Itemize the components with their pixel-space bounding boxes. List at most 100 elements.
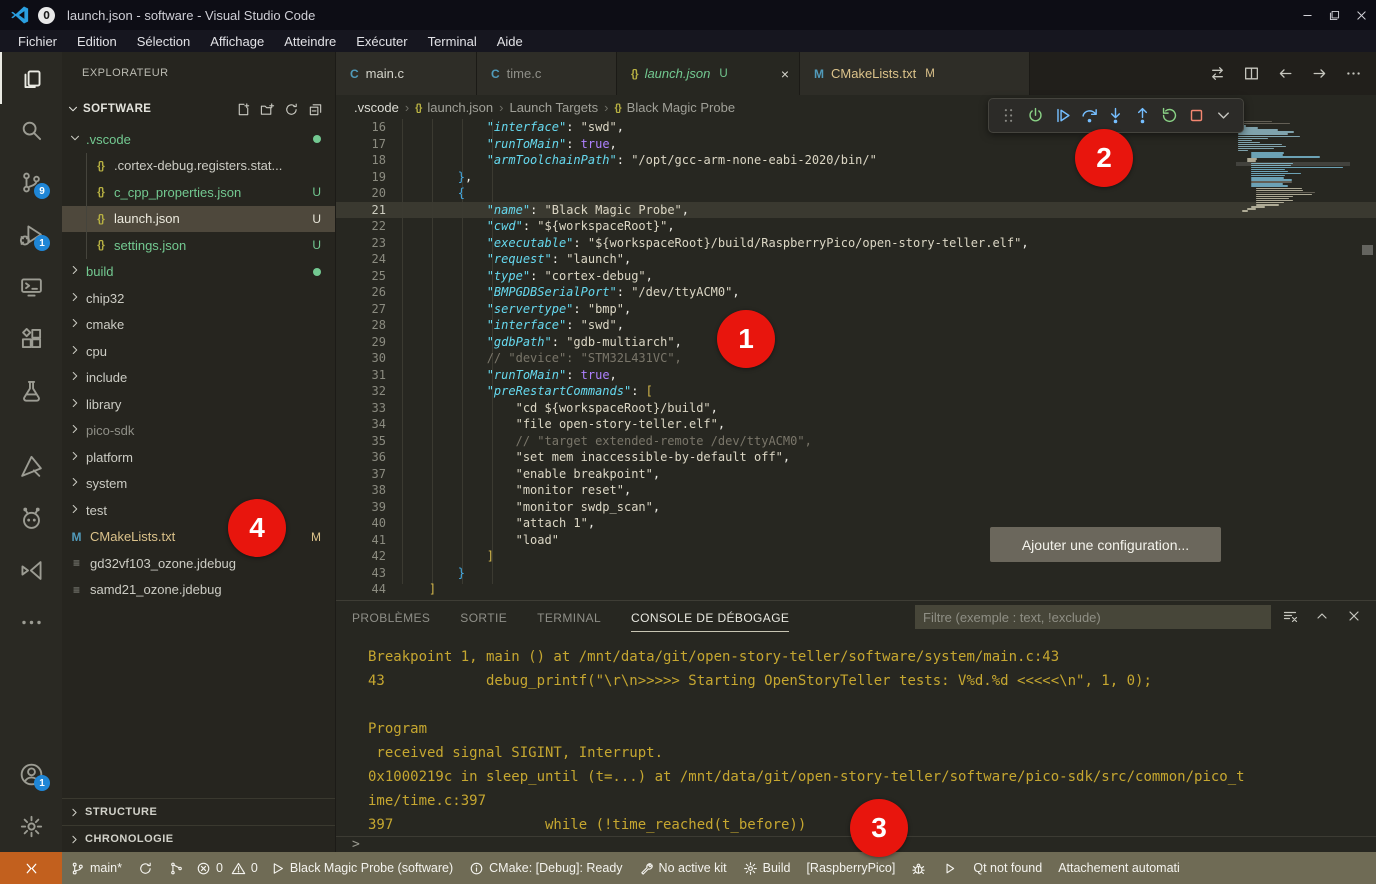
chevron-down-icon[interactable] [1214,106,1233,125]
activity-item-visual-studio[interactable] [0,544,62,596]
breadcrumb-item-black-magic-probe[interactable]: Black Magic Probe [627,100,735,115]
add-configuration-button[interactable]: Ajouter une configuration... [990,527,1221,562]
step-over-icon[interactable] [1080,106,1099,125]
tree-item-include[interactable]: include [62,365,335,392]
tab-main-c[interactable]: Cmain.c [336,52,477,95]
status-item-bug[interactable] [903,852,934,884]
tree-item-cpu[interactable]: cpu [62,338,335,365]
power-icon[interactable] [1026,106,1045,125]
tab-launch-json[interactable]: {}launch.jsonU× [617,52,800,95]
status-item-0[interactable]: 0 [227,852,262,884]
activity-item-run-debug[interactable]: 1 [0,208,62,260]
scrollbar-thumb[interactable] [1362,245,1373,255]
status-item-build[interactable]: Build [735,852,799,884]
tree-item-chip32[interactable]: chip32 [62,285,335,312]
activity-item-assistant[interactable] [0,492,62,544]
filter-input[interactable] [915,605,1271,629]
close-tab-icon[interactable]: × [781,66,789,82]
tree-item-settings-json[interactable]: {}settings.jsonU [62,232,335,259]
section-chronologie[interactable]: CHRONOLOGIE [62,825,335,852]
menu-item-aide[interactable]: Aide [487,34,533,49]
panel-tab-console-de-d-bogage[interactable]: CONSOLE DE DÉBOGAGE [631,603,789,632]
stop-icon[interactable] [1187,106,1206,125]
collapse-icon[interactable] [308,102,323,117]
tree-item-c-cpp-properties-json[interactable]: {}c_cpp_properties.jsonU [62,179,335,206]
activity-item-source-control[interactable]: 9 [0,156,62,208]
tree-item-pico-sdk[interactable]: pico-sdk [62,418,335,445]
close-window-icon[interactable] [1355,9,1368,22]
status-item-sync[interactable] [130,852,161,884]
activity-item-testing[interactable] [0,364,62,416]
split-icon[interactable] [1243,65,1260,82]
continue-icon[interactable] [1053,106,1072,125]
status-item-0[interactable]: 0 [192,852,227,884]
section-structure[interactable]: STRUCTURE [62,798,335,825]
tree-item-cmakelists-txt[interactable]: MCMakeLists.txtM [62,524,335,551]
activity-item-remote-explorer[interactable] [0,260,62,312]
step-into-icon[interactable] [1106,106,1125,125]
tree-item-build[interactable]: build [62,259,335,286]
status-item-qt-not-found[interactable]: Qt not found [965,852,1050,884]
new-file-icon[interactable] [236,102,251,117]
tab-cmakelists-txt[interactable]: MCMakeLists.txtM [800,52,1030,95]
panel-tab-probl-mes[interactable]: PROBLÈMES [352,603,430,631]
status-item-raspberrypico[interactable]: [RaspberryPico] [798,852,903,884]
step-out-icon[interactable] [1133,106,1152,125]
maximize-icon[interactable] [1328,9,1341,22]
breadcrumb-item-launch-targets[interactable]: Launch Targets [509,100,598,115]
menu-item-affichage[interactable]: Affichage [200,34,274,49]
grip-icon[interactable] [999,106,1018,125]
close-icon[interactable] [1346,608,1362,624]
tree-item-test[interactable]: test [62,497,335,524]
minimap[interactable] [1238,121,1348,212]
status-item-no-active-kit[interactable]: No active kit [631,852,735,884]
panel-tab-sortie[interactable]: SORTIE [460,603,507,631]
breadcrumb-item-launch-json[interactable]: launch.json [427,100,493,115]
status-item-graph[interactable] [161,852,192,884]
arrow-left-icon[interactable] [1277,65,1294,82]
activity-item-search[interactable] [0,104,62,156]
tree-item-launch-json[interactable]: {}launch.jsonU [62,206,335,233]
activity-item-accounts[interactable]: 1 [0,748,62,800]
restart-icon[interactable] [1160,106,1179,125]
compare-icon[interactable] [1209,65,1226,82]
tree-item-system[interactable]: system [62,471,335,498]
status-item-main[interactable]: main* [62,852,130,884]
menu-item-ex-cuter[interactable]: Exécuter [346,34,417,49]
activity-item-cmake[interactable] [0,440,62,492]
minimize-icon[interactable] [1301,9,1314,22]
menu-item-atteindre[interactable]: Atteindre [274,34,346,49]
activity-item-extensions[interactable] [0,312,62,364]
tab-time-c[interactable]: Ctime.c [477,52,617,95]
chev-up-icon[interactable] [1314,608,1330,624]
activity-item-settings[interactable] [0,800,62,852]
ellipsis-icon[interactable] [1345,65,1362,82]
menu-item-edition[interactable]: Edition [67,34,127,49]
tree-item-library[interactable]: library [62,391,335,418]
activity-item-explorer[interactable] [0,52,62,104]
remote-indicator[interactable] [0,852,62,884]
refresh-icon[interactable] [284,102,299,117]
status-item-black-magic-probe-software[interactable]: Black Magic Probe (software) [262,852,461,884]
status-item-cmake-debug-ready[interactable]: CMake: [Debug]: Ready [461,852,630,884]
tree-item-platform[interactable]: platform [62,444,335,471]
tree-item-samd21-ozone-jdebug[interactable]: ≡samd21_ozone.jdebug [62,577,335,604]
panel-tab-terminal[interactable]: TERMINAL [537,603,601,631]
status-item-attachement-automati[interactable]: Attachement automati [1050,852,1188,884]
tree-item-cmake[interactable]: cmake [62,312,335,339]
activity-item-more[interactable] [0,596,62,648]
editor-actions [1209,52,1376,95]
clear-icon[interactable] [1282,608,1298,624]
menu-item-terminal[interactable]: Terminal [418,34,487,49]
arrow-right-icon[interactable] [1311,65,1328,82]
menu-item-fichier[interactable]: Fichier [8,34,67,49]
breadcrumb-item-vscode[interactable]: .vscode [354,100,399,115]
menu-item-s-lection[interactable]: Sélection [127,34,200,49]
section-software[interactable]: SOFTWARE [62,96,335,122]
tree-item-cortex-debug-registers-stat[interactable]: {}.cortex-debug.registers.stat... [62,153,335,180]
tree-item-gd32vf103-ozone-jdebug[interactable]: ≡gd32vf103_ozone.jdebug [62,550,335,577]
status-item-play[interactable] [934,852,965,884]
line-number: 27 [336,301,386,318]
tree-item-vscode[interactable]: .vscode [62,126,335,153]
new-folder-icon[interactable] [260,102,275,117]
